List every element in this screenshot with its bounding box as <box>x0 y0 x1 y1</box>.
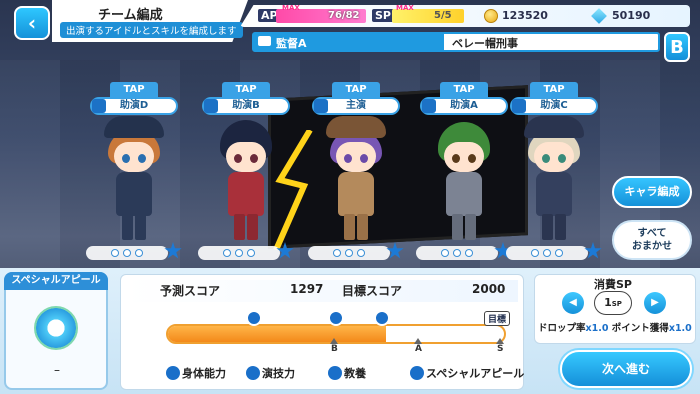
sp-decrease-button[interactable]: ◀ <box>562 292 584 314</box>
character-avatar <box>428 116 500 246</box>
director-badge[interactable]: B <box>664 32 690 62</box>
legend-special-appeal: スペシャルアピール <box>410 365 524 381</box>
tap-label: TAP <box>530 82 578 104</box>
skill-dots <box>86 246 168 260</box>
skill-dots <box>506 246 588 260</box>
sp-max-tag: MAX <box>396 4 414 12</box>
character-slot-b[interactable]: TAP 助演B <box>196 82 296 260</box>
camera-icon <box>258 36 271 46</box>
role-skill-icon <box>92 99 106 113</box>
rank-b-label: B <box>331 344 338 354</box>
coin-count: 123520 <box>502 9 548 22</box>
culture-icon <box>328 366 342 380</box>
character-avatar <box>210 116 282 246</box>
ap-value: 76/82 <box>328 10 360 21</box>
sp-cost-value: 1SP <box>594 291 632 315</box>
back-chevron-icon: ‹ <box>27 11 37 35</box>
target-score-value: 2000 <box>472 282 506 296</box>
auto-assign-line1: すべて <box>637 228 667 239</box>
acting-icon <box>246 366 260 380</box>
legend-culture: 教養 <box>328 365 366 381</box>
tap-label: TAP <box>332 82 380 104</box>
special-appeal-icon <box>410 366 424 380</box>
character-edit-button[interactable]: キャラ編成 <box>612 176 692 208</box>
page-title: チーム編成 <box>98 8 163 23</box>
rate-info: ドロップ率x1.0 ポイント獲得x1.0 <box>538 323 692 334</box>
character-slot-a[interactable]: TAP 助演A <box>414 82 514 260</box>
character-avatar <box>320 116 392 246</box>
sp-increase-button[interactable]: ▶ <box>644 292 666 314</box>
role-skill-icon <box>204 99 218 113</box>
tap-label: TAP <box>110 82 158 104</box>
rank-s-label: S <box>497 344 504 354</box>
character-slot-c[interactable]: TAP 助演C <box>504 82 604 260</box>
ap-max-tag: MAX <box>282 4 300 12</box>
sp-label: SP <box>372 9 394 22</box>
legend-acting: 演技力 <box>246 365 295 381</box>
director-label: 監督A <box>276 37 307 50</box>
score-gauge-fill <box>168 326 387 342</box>
sp-value: 5/5 <box>434 10 452 21</box>
character-avatar <box>518 116 590 246</box>
role-skill-icon <box>512 99 526 113</box>
rank-a-label: A <box>415 344 422 354</box>
legend-body-ability: 身体能力 <box>166 365 226 381</box>
role-skill-icon <box>314 99 328 113</box>
skill-dots <box>308 246 390 260</box>
role-skill-icon <box>422 99 436 113</box>
coin-icon <box>484 9 498 23</box>
next-step-button[interactable]: 次へ進む <box>560 350 692 388</box>
gem-count: 50190 <box>612 9 651 22</box>
director-value: ベレー帽刑事 <box>452 37 518 50</box>
tap-label: TAP <box>222 82 270 104</box>
character-slot-d[interactable]: TAP 助演D <box>84 82 184 260</box>
acting-marker-icon <box>328 310 344 326</box>
special-appeal-marker-icon <box>374 310 390 326</box>
body-ability-icon <box>166 366 180 380</box>
body-ability-marker-icon <box>246 310 262 326</box>
target-score-label: 目標スコア <box>342 284 403 298</box>
goal-tag: 目標 <box>484 311 511 326</box>
auto-assign-line2: おまかせ <box>632 241 672 252</box>
special-appeal-title: スペシャルアピール <box>4 272 108 290</box>
tap-label: TAP <box>440 82 488 104</box>
character-avatar <box>98 116 170 246</box>
back-button[interactable]: ‹ <box>14 6 50 40</box>
sp-cost-title: 消費SP <box>594 278 632 291</box>
skill-dots <box>198 246 280 260</box>
auto-assign-button[interactable]: すべて おまかせ <box>612 220 692 260</box>
predicted-score-value: 1297 <box>290 282 324 296</box>
special-appeal-icon[interactable] <box>34 306 78 350</box>
special-appeal-value: – <box>54 363 60 377</box>
predicted-score-label: 予測スコア <box>160 284 221 298</box>
skill-dots <box>416 246 498 260</box>
page-subtitle: 出演するアイドルとスキルを編成します <box>60 22 243 38</box>
character-slot-main[interactable]: TAP 主演 <box>306 82 406 260</box>
